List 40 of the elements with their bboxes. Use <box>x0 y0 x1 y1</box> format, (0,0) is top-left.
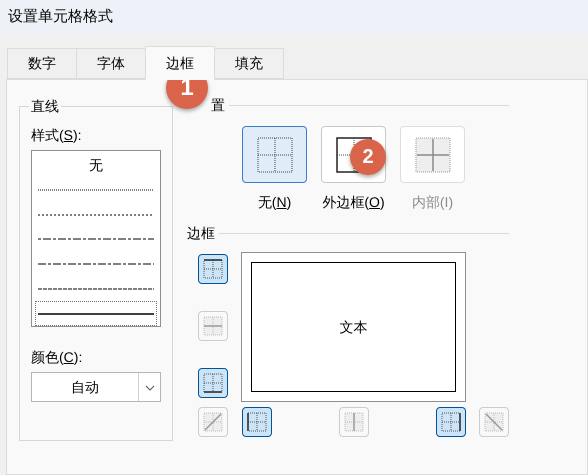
top-border-icon <box>202 258 224 280</box>
section-heading: 置 <box>211 96 225 114</box>
middle-vertical-border-icon <box>343 411 365 433</box>
group-legend: 直线 <box>29 96 61 117</box>
right-border-icon <box>440 411 462 433</box>
line-style-list[interactable]: 无 <box>31 150 161 327</box>
bottom-border-icon <box>202 372 224 394</box>
line-sample-icon <box>38 212 154 217</box>
section-heading: 边框 <box>187 224 215 242</box>
border-side-button[interactable] <box>242 407 272 437</box>
diagonal-up-border-icon <box>202 411 224 433</box>
diagonal-down-border-icon <box>483 411 505 433</box>
tab[interactable]: 数字 <box>7 48 77 79</box>
border-side-button[interactable] <box>198 368 228 398</box>
line-style-option[interactable]: 无 <box>35 153 157 178</box>
middle-horizontal-border-icon <box>202 315 224 337</box>
no-border-icon <box>256 136 292 172</box>
line-sample-icon <box>38 286 154 291</box>
border-side-button[interactable] <box>436 407 466 437</box>
color-dropdown[interactable]: 自动 <box>31 372 161 402</box>
field-label: 样式(S): <box>31 126 83 145</box>
preset-label: 内部(I) <box>412 193 454 212</box>
field-label: 颜色(C): <box>31 348 84 367</box>
tab[interactable]: 字体 <box>76 48 146 79</box>
line-sample-icon <box>38 262 154 266</box>
line-style-option[interactable] <box>35 301 157 326</box>
preview-text: 文本 <box>340 318 368 336</box>
line-sample-icon <box>38 312 154 316</box>
tab[interactable]: 边框 <box>145 46 215 80</box>
tab[interactable]: 填充 <box>214 48 284 79</box>
dropdown-value: 自动 <box>70 378 100 396</box>
line-sample-icon <box>38 188 154 192</box>
window-title: 设置单元格格式 <box>8 6 113 27</box>
line-sample-icon <box>38 237 154 242</box>
preset-label[interactable]: 无(N) <box>258 192 292 213</box>
inside-border-icon <box>414 136 450 172</box>
preset-button[interactable] <box>242 126 307 183</box>
left-border-icon <box>246 411 268 433</box>
preset-label[interactable]: 外边框(O) <box>322 192 385 213</box>
border-side-button[interactable] <box>198 254 228 284</box>
